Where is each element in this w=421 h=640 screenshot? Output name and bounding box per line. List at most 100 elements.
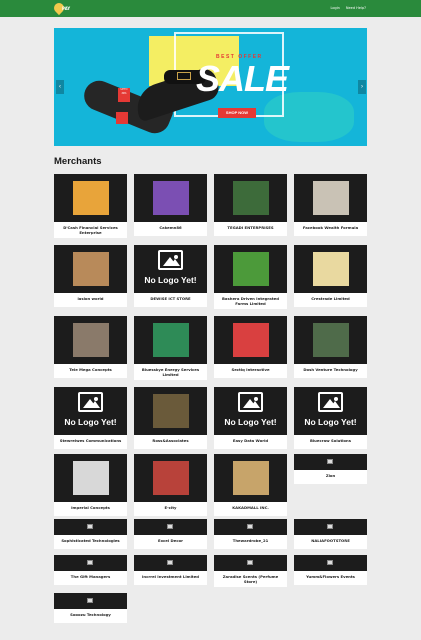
merchant-logo-image: [73, 181, 109, 215]
merchant-card[interactable]: KAKADMALL INC.: [214, 454, 287, 516]
merchant-name: Bluesskye Energy Services Limited: [134, 364, 207, 380]
merchant-name: Thewardrobe_21: [214, 535, 287, 549]
broken-image-icon: [327, 459, 333, 464]
merchant-name: Facebook Wealth Formula: [294, 222, 367, 236]
chevron-left-icon[interactable]: ‹: [56, 80, 64, 94]
broken-image-icon: [54, 555, 127, 571]
no-logo-text: No Logo Yet!: [144, 275, 197, 285]
merchant-card[interactable]: D'Cash Financial Services Enterprise: [54, 174, 127, 238]
merchant-logo: [54, 174, 127, 222]
need-help-link[interactable]: Need Help?: [346, 6, 366, 10]
merchant-card[interactable]: No Logo Yet! Easy Data World: [214, 387, 287, 449]
merchant-name: Bluecraw Solutions: [294, 435, 367, 449]
broken-image-icon: [54, 593, 127, 609]
merchant-card[interactable]: No Logo Yet! Bluecraw Solutions: [294, 387, 367, 449]
merchant-card[interactable]: Zaradise Scents (Perfume Store): [214, 555, 287, 587]
chevron-right-icon[interactable]: ›: [358, 80, 366, 94]
broken-image-icon: [247, 560, 253, 565]
promo-banner[interactable]: UPTO 30% BEST OFFER SALE SHOP NOW ‹ ›: [54, 28, 367, 146]
merchant-logo-image: [153, 394, 189, 428]
merchant-logo-image: [313, 323, 349, 357]
image-placeholder-icon: [158, 250, 183, 270]
merchant-card[interactable]: Zion: [294, 454, 367, 484]
broken-image-icon: [54, 519, 127, 535]
merchant-name: DEWISE ICT STORE: [134, 293, 207, 307]
merchant-name: Easy Data World: [214, 435, 287, 449]
broken-image-icon: [87, 560, 93, 565]
merchant-card[interactable]: The Gift Managers: [54, 555, 127, 585]
discount-tag: UPTO 30%: [118, 88, 130, 102]
merchant-card[interactable]: Yumm&Flowers Events: [294, 555, 367, 585]
merchant-card[interactable]: Sophisticated Technologies: [54, 519, 127, 549]
merchant-name: TEGADI ENTERPRISES: [214, 222, 287, 236]
merchant-logo: No Logo Yet!: [294, 387, 367, 435]
no-logo-text: No Logo Yet!: [304, 417, 357, 427]
merchant-card[interactable]: Ross&Associates: [134, 387, 207, 449]
merchant-name: lasion world: [54, 293, 127, 307]
merchant-card[interactable]: Bashera Driven Integrated Farms Limited: [214, 245, 287, 309]
merchant-logo: [214, 174, 287, 222]
no-logo-placeholder: No Logo Yet!: [134, 245, 207, 293]
merchant-card[interactable]: No Logo Yet! Stewrelwes Communications: [54, 387, 127, 449]
broken-image-icon: [87, 598, 93, 603]
merchant-card[interactable]: Excel Decor: [134, 519, 207, 549]
merchant-logo: [134, 387, 207, 435]
broken-image-icon: [167, 560, 173, 565]
merchant-card[interactable]: E-city: [134, 454, 207, 516]
merchant-card[interactable]: No Logo Yet! DEWISE ICT STORE: [134, 245, 207, 307]
no-logo-placeholder: No Logo Yet!: [294, 387, 367, 435]
merchant-logo: [294, 245, 367, 293]
merchant-card[interactable]: Sooozu Technology: [54, 593, 127, 623]
merchant-logo-image: [233, 181, 269, 215]
merchant-card[interactable]: Thewardrobe_21: [214, 519, 287, 549]
header-nav: Login Need Help?: [330, 6, 366, 10]
broken-image-icon: [214, 519, 287, 535]
merchant-logo: [54, 316, 127, 364]
broken-image-icon: [167, 524, 173, 529]
logo-text: PAY: [62, 6, 71, 11]
broken-image-icon: [327, 524, 333, 529]
merchant-card[interactable]: Bluesskye Energy Services Limited: [134, 316, 207, 380]
broken-image-icon: [294, 519, 367, 535]
merchant-card[interactable]: lasion world: [54, 245, 127, 307]
merchant-name: Cakemn86: [134, 222, 207, 236]
broken-image-icon: [294, 555, 367, 571]
image-placeholder-icon: [318, 392, 343, 412]
merchant-name: NALIAFOOTSTORE: [294, 535, 367, 549]
login-link[interactable]: Login: [330, 6, 339, 10]
merchant-card[interactable]: Dosh Venture Technology: [294, 316, 367, 378]
merchant-card[interactable]: Crestrade Limited: [294, 245, 367, 307]
merchant-card[interactable]: NALIAFOOTSTORE: [294, 519, 367, 549]
merchant-logo-image: [153, 461, 189, 495]
merchant-name: Ross&Associates: [134, 435, 207, 449]
merchant-name: Yumm&Flowers Events: [294, 571, 367, 585]
broken-image-icon: [327, 560, 333, 565]
merchant-card[interactable]: TEGADI ENTERPRISES: [214, 174, 287, 236]
merchant-name: Sooozu Technology: [54, 609, 127, 623]
merchant-card[interactable]: Sectiq Interactive: [214, 316, 287, 378]
merchant-card[interactable]: Cakemn86: [134, 174, 207, 236]
merchant-logo: No Logo Yet!: [134, 245, 207, 293]
merchant-card[interactable]: Incrrel Investment Limited: [134, 555, 207, 585]
shop-now-button[interactable]: SHOP NOW: [218, 108, 256, 118]
discount-tag: [116, 112, 128, 124]
merchant-name: Zaradise Scents (Perfume Store): [214, 571, 287, 587]
merchant-logo: No Logo Yet!: [214, 387, 287, 435]
broken-image-icon: [214, 555, 287, 571]
merchant-card[interactable]: Imperial Concepts: [54, 454, 127, 516]
merchant-name: Zion: [294, 470, 367, 484]
merchant-name: D'Cash Financial Services Enterprise: [54, 222, 127, 238]
merchant-name: Sectiq Interactive: [214, 364, 287, 378]
merchant-card[interactable]: Tele Mega Concepts: [54, 316, 127, 378]
merchant-logo-image: [233, 323, 269, 357]
merchant-logo-image: [73, 461, 109, 495]
broken-image-icon: [134, 519, 207, 535]
no-logo-text: No Logo Yet!: [64, 417, 117, 427]
merchant-name: E-city: [134, 502, 207, 516]
brand-logo[interactable]: PAY: [51, 0, 72, 16]
merchant-logo-image: [313, 181, 349, 215]
merchant-name: Stewrelwes Communications: [54, 435, 127, 449]
merchant-name: KAKADMALL INC.: [214, 502, 287, 516]
merchant-card[interactable]: Facebook Wealth Formula: [294, 174, 367, 236]
merchant-name: Excel Decor: [134, 535, 207, 549]
